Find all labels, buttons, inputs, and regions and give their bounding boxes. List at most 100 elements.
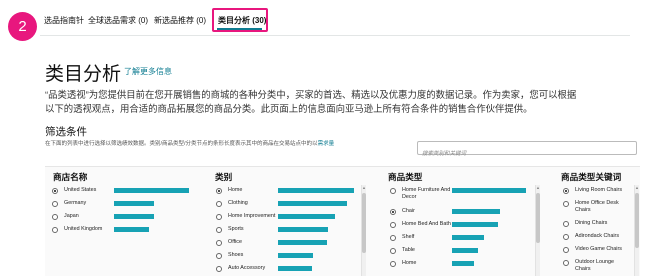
category-item-home-improvement[interactable]: Home Improvement — [216, 213, 362, 223]
radio-button[interactable] — [390, 222, 396, 228]
radio-button[interactable] — [390, 188, 396, 194]
scroll-up-arrow-icon[interactable]: ▲ — [536, 186, 540, 190]
demand-bar — [278, 266, 312, 271]
column-header-store: 商店名称 — [53, 172, 88, 182]
radio-button[interactable] — [216, 201, 222, 207]
category-item-home[interactable]: Home — [216, 187, 362, 197]
radio-button[interactable] — [216, 266, 222, 272]
keyword-label: Adirondack Chairs — [575, 233, 620, 239]
scroll-up-arrow-icon[interactable]: ▲ — [362, 186, 366, 190]
category-item-auto-accessory[interactable]: Auto Accessory — [216, 265, 362, 275]
radio-button[interactable] — [52, 201, 58, 207]
radio-button[interactable] — [52, 214, 58, 220]
keyword-item-outdoor-lounge-chairs[interactable]: Outdoor Lounge Chairs — [563, 259, 633, 275]
radio-button[interactable] — [563, 201, 569, 207]
learn-more-link[interactable]: 了解更多信息 — [124, 66, 172, 77]
radio-button[interactable] — [390, 235, 396, 241]
radio-button[interactable] — [216, 253, 222, 259]
keyword-label: Video Game Chairs — [575, 246, 622, 252]
store-label: United Kingdom — [64, 226, 103, 232]
demand-bar — [452, 235, 484, 240]
store-label: Germany — [64, 200, 87, 206]
product-type-label: Shelf — [402, 234, 415, 240]
radio-button[interactable] — [563, 247, 569, 253]
radio-button[interactable] — [563, 188, 569, 194]
category-item-clothing[interactable]: Clothing — [216, 200, 362, 210]
store-label: United States — [64, 187, 97, 193]
column-header-product-type: 商品类型 — [388, 172, 423, 182]
radio-button[interactable] — [563, 260, 569, 266]
demand-bar — [278, 188, 354, 193]
radio-button[interactable] — [216, 214, 222, 220]
product-type-item-table[interactable]: Table — [390, 247, 536, 257]
demand-link[interactable]: 需求量 — [318, 141, 335, 147]
store-label: Japan — [64, 213, 79, 219]
keyword-label: Home Office Desk Chairs — [575, 200, 619, 213]
radio-button[interactable] — [563, 234, 569, 240]
keyword-item-home-office-desk-chairs[interactable]: Home Office Desk Chairs — [563, 200, 633, 216]
product-type-item-shelf[interactable]: Shelf — [390, 234, 536, 244]
column-header-category: 类别 — [215, 172, 233, 182]
product-type-label: Home Bed And Bath — [402, 221, 451, 227]
product-type-item-home[interactable]: Home — [390, 260, 536, 270]
scroll-thumb[interactable] — [362, 193, 366, 253]
store-item-united-kingdom[interactable]: United Kingdom — [52, 226, 204, 236]
tab-selection-guide[interactable]: 选品指南针 — [44, 15, 84, 26]
keyword-label: Living Room Chairs — [575, 187, 623, 193]
category-item-shoes[interactable]: Shoes — [216, 252, 362, 262]
demand-bar — [452, 188, 526, 193]
keyword-item-living-room-chairs[interactable]: Living Room Chairs — [563, 187, 633, 197]
keyword-scrollbar[interactable]: ▲ — [634, 185, 639, 276]
tab-new-recommendations[interactable]: 新选品推荐 (0) — [154, 15, 206, 26]
radio-button[interactable] — [52, 227, 58, 233]
demand-bar — [278, 253, 313, 258]
radio-button[interactable] — [390, 261, 396, 267]
filter-section-title: 筛选条件 — [45, 126, 87, 138]
product-type-item-home-bed-bath[interactable]: Home Bed And Bath — [390, 221, 536, 231]
filter-description-text: 在下面的列表中进行选择以筛选绩效数据。类别/商品类型/分类节点的条形长度表示其中… — [45, 141, 318, 147]
filter-description: 在下面的列表中进行选择以筛选绩效数据。类别/商品类型/分类节点的条形长度表示其中… — [45, 140, 375, 148]
search-input[interactable] — [418, 148, 636, 160]
step-number-badge: 2 — [8, 12, 37, 41]
category-item-office[interactable]: Office — [216, 239, 362, 249]
scroll-up-arrow-icon[interactable]: ▲ — [635, 186, 639, 190]
category-item-sports[interactable]: Sports — [216, 226, 362, 236]
keyword-item-adirondack-chairs[interactable]: Adirondack Chairs — [563, 233, 633, 243]
category-label: Clothing — [228, 200, 248, 206]
radio-button[interactable] — [563, 221, 569, 227]
scroll-thumb[interactable] — [635, 193, 639, 248]
demand-bar — [452, 209, 500, 214]
demand-bar — [114, 214, 154, 219]
radio-button[interactable] — [52, 188, 58, 194]
keyword-item-video-game-chairs[interactable]: Video Game Chairs — [563, 246, 633, 256]
demand-bar — [278, 201, 347, 206]
store-item-japan[interactable]: Japan — [52, 213, 204, 223]
radio-button[interactable] — [216, 240, 222, 246]
scroll-thumb[interactable] — [536, 193, 540, 243]
product-type-item-chair[interactable]: Chair — [390, 208, 536, 218]
radio-button[interactable] — [216, 188, 222, 194]
demand-bar — [278, 227, 328, 232]
tab-category-analysis[interactable]: 类目分析 (30) — [218, 15, 266, 26]
category-scrollbar[interactable]: ▲ — [361, 185, 366, 276]
product-type-item-home-furniture[interactable]: Home Furniture And Decor — [390, 187, 536, 203]
store-item-germany[interactable]: Germany — [52, 200, 204, 210]
category-label: Office — [228, 239, 242, 245]
radio-button[interactable] — [390, 209, 396, 215]
tab-global-demand[interactable]: 全球选品需求 (0) — [88, 15, 148, 26]
demand-bar — [278, 240, 327, 245]
search-field[interactable] — [417, 141, 637, 160]
category-label: Auto Accessory — [228, 265, 266, 271]
demand-bar — [278, 214, 335, 219]
demand-bar — [114, 201, 154, 206]
store-item-united-states[interactable]: United States — [52, 187, 204, 197]
demand-bar — [452, 248, 478, 253]
keyword-item-dining-chairs[interactable]: Dining Chairs — [563, 220, 633, 230]
product-type-label: Table — [402, 247, 415, 253]
active-tab-indicator — [217, 28, 262, 30]
column-header-product-keyword: 商品类型关键词 — [561, 172, 622, 182]
radio-button[interactable] — [216, 227, 222, 233]
demand-bar — [114, 188, 189, 193]
product-type-scrollbar[interactable]: ▲ — [535, 185, 540, 276]
radio-button[interactable] — [390, 248, 396, 254]
